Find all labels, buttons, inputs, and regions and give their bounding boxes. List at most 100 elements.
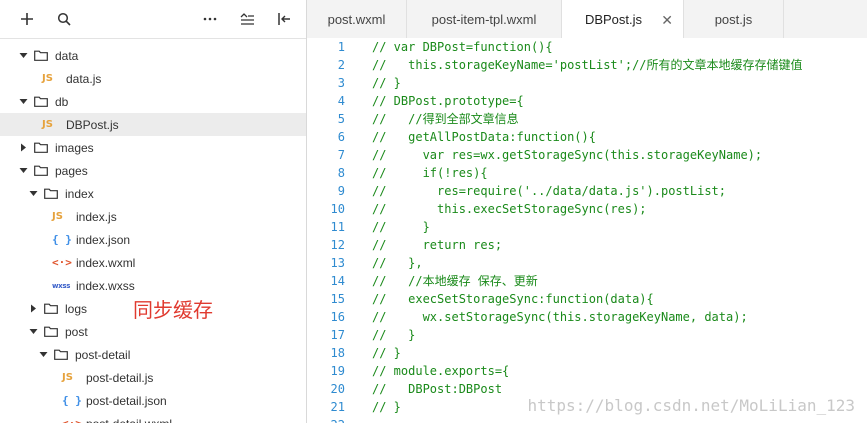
folder-open-icon	[34, 50, 55, 61]
line-number: 4	[337, 94, 345, 108]
js-file-icon: JS	[62, 372, 73, 383]
add-file-button[interactable]	[16, 8, 38, 30]
line-number: 13	[330, 256, 345, 270]
folder-open-icon	[34, 96, 55, 107]
tree-item[interactable]: JS post-detail.js	[0, 366, 306, 389]
tree-item-label: images	[55, 140, 94, 155]
chevron-down-icon[interactable]	[28, 189, 38, 199]
hide-sidebar-button[interactable]	[273, 8, 295, 30]
code-line: 15 // execSetStorageSync:function(data){	[307, 290, 867, 308]
tree-item-label: data	[55, 48, 79, 63]
code-text: // getAllPostData:function(){	[372, 130, 596, 144]
tree-item[interactable]: <·> post-detail.wxml	[0, 412, 306, 423]
code-text: // DBPost:DBPost	[372, 382, 503, 396]
line-number: 1	[337, 40, 345, 54]
json-file-icon: { }	[52, 233, 72, 246]
code-lines: 1 // var DBPost=function(){2 // this.stora…	[307, 38, 867, 423]
chevron-down-icon[interactable]	[28, 327, 38, 337]
tab-dbpost-js[interactable]: DBPost.js ✕	[562, 0, 684, 39]
code-text: // if(!res){	[372, 166, 488, 180]
tree-item-label: post-detail	[75, 347, 131, 362]
tree-item[interactable]: JS data.js	[0, 67, 306, 90]
code-line: 7 // var res=wx.getStorageSync(this.stora…	[307, 146, 867, 164]
code-line: 22	[307, 416, 867, 423]
search-icon	[57, 12, 71, 26]
line-number: 14	[330, 274, 345, 288]
code-line: 11 // }	[307, 218, 867, 236]
line-number: 21	[330, 400, 345, 414]
tree-item[interactable]: <·> index.wxml	[0, 251, 306, 274]
code-line: 1 // var DBPost=function(){	[307, 38, 867, 56]
tab-label: post.wxml	[327, 11, 386, 27]
code-text: // var res=wx.getStorageSync(this.storag…	[372, 148, 763, 162]
chevron-down-icon[interactable]	[18, 97, 28, 107]
tree-item[interactable]: JS DBPost.js	[0, 113, 306, 136]
tab-post-item-tpl-wxml[interactable]: post-item-tpl.wxml	[407, 0, 562, 38]
code-line: 17 // }	[307, 326, 867, 344]
json-file-icon: { }	[62, 394, 82, 407]
tab-post-js[interactable]: post.js	[684, 0, 784, 38]
line-number: 15	[330, 292, 345, 306]
chevron-down-icon[interactable]	[38, 350, 48, 360]
line-number: 20	[330, 382, 345, 396]
code-text: // res=require('../data/data.js').postLi…	[372, 184, 727, 198]
collapse-all-button[interactable]	[236, 8, 258, 30]
tree-item[interactable]: db	[0, 90, 306, 113]
close-icon[interactable]: ✕	[661, 12, 673, 29]
line-number: 10	[330, 202, 345, 216]
code-line: 12 // return res;	[307, 236, 867, 254]
editor-tabs: post.wxml post-item-tpl.wxml DBPost.js ✕ pos…	[307, 0, 867, 39]
chevron-down-icon[interactable]	[18, 51, 28, 61]
code-editor[interactable]: 1 // var DBPost=function(){2 // this.stora…	[307, 38, 867, 423]
line-number: 17	[330, 328, 345, 342]
code-text: // var DBPost=function(){	[372, 40, 553, 54]
code-text: // this.execSetStorageSync(res);	[372, 202, 647, 216]
chevron-right-icon[interactable]	[28, 304, 38, 314]
code-line: 10 // this.execSetStorageSync(res);	[307, 200, 867, 218]
tree-item-label: post-detail.js	[86, 370, 154, 385]
plus-icon	[21, 13, 33, 25]
tree-item[interactable]: index	[0, 182, 306, 205]
code-text: // }	[372, 400, 401, 414]
code-line: 8 // if(!res){	[307, 164, 867, 182]
tab-post-wxml[interactable]: post.wxml	[307, 0, 407, 38]
line-number: 18	[330, 346, 345, 360]
tree-item-label: db	[55, 94, 69, 109]
tree-item-label: index	[65, 186, 94, 201]
line-number: 3	[337, 76, 345, 90]
tree-item[interactable]: data	[0, 44, 306, 67]
collapse-list-icon	[240, 13, 254, 25]
tree-item-label: index.wxml	[76, 255, 136, 270]
code-line: 14 // //本地缓存 保存、更新	[307, 272, 867, 290]
tree-item-label: post	[65, 324, 88, 339]
code-text: // return res;	[372, 238, 503, 252]
code-line: 5 // //得到全部文章信息	[307, 110, 867, 128]
wxss-file-icon: wxss	[52, 281, 71, 290]
search-button[interactable]	[53, 8, 75, 30]
tree-item[interactable]: { } post-detail.json	[0, 389, 306, 412]
code-line: 13 // },	[307, 254, 867, 272]
tree-item[interactable]: post	[0, 320, 306, 343]
tree-item-label: post-detail.json	[86, 393, 167, 408]
code-line: 18 // }	[307, 344, 867, 362]
tree-item-label: index.json	[76, 232, 131, 247]
code-line: 9 // res=require('../data/data.js').postL…	[307, 182, 867, 200]
more-button[interactable]	[199, 8, 221, 30]
code-line: 6 // getAllPostData:function(){	[307, 128, 867, 146]
tree-item[interactable]: { } index.json	[0, 228, 306, 251]
tree-item[interactable]: pages	[0, 159, 306, 182]
line-number: 7	[337, 148, 345, 162]
line-number: 11	[330, 220, 345, 234]
tree-item[interactable]: images	[0, 136, 306, 159]
tab-label: post.js	[714, 11, 753, 27]
code-line: 16 // wx.setStorageSync(this.storageKeyNa…	[307, 308, 867, 326]
chevron-down-icon[interactable]	[18, 166, 28, 176]
line-number: 9	[337, 184, 345, 198]
code-text: // },	[372, 256, 423, 270]
code-text: // DBPost.prototype={	[372, 94, 524, 108]
folder-open-icon	[54, 349, 75, 360]
tree-item[interactable]: JS index.js	[0, 205, 306, 228]
chevron-right-icon[interactable]	[18, 143, 28, 153]
code-text: // }	[372, 346, 401, 360]
tree-item[interactable]: post-detail	[0, 343, 306, 366]
